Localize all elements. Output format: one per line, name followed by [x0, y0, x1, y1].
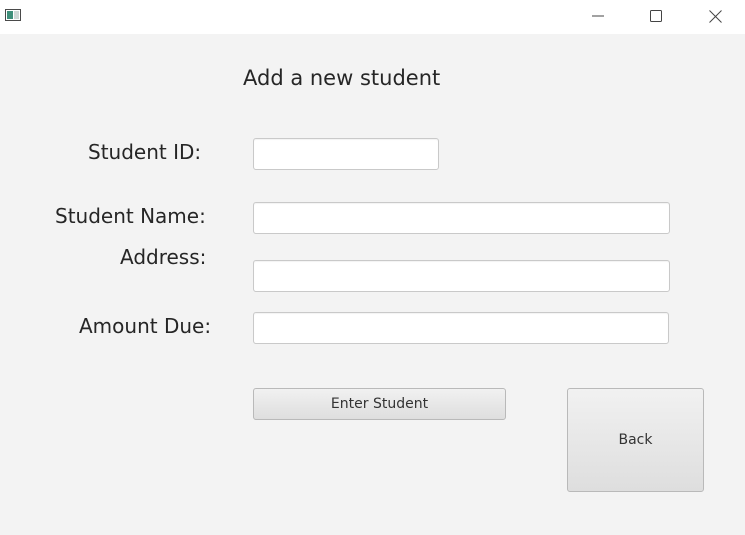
- amount-due-label: Amount Due:: [79, 314, 212, 338]
- address-input[interactable]: [253, 260, 670, 292]
- student-name-input[interactable]: [253, 202, 670, 234]
- student-name-label: Student Name:: [55, 204, 206, 228]
- app-window: Add a new student Student ID: Student Na…: [0, 0, 745, 535]
- amount-due-input[interactable]: [253, 312, 669, 344]
- maximize-icon: [650, 10, 662, 22]
- form-heading: Add a new student: [243, 66, 441, 90]
- back-button[interactable]: Back: [567, 388, 704, 492]
- student-id-input[interactable]: [253, 138, 439, 170]
- student-id-label: Student ID:: [88, 140, 202, 164]
- title-bar[interactable]: [0, 0, 745, 34]
- close-icon: [708, 9, 722, 23]
- java-app-icon: [5, 9, 21, 21]
- enter-student-button[interactable]: Enter Student: [253, 388, 506, 420]
- minimize-button[interactable]: [575, 0, 621, 32]
- minimize-icon: [592, 15, 604, 17]
- close-button[interactable]: [692, 0, 738, 32]
- maximize-button[interactable]: [633, 0, 679, 32]
- address-label: Address:: [120, 245, 207, 269]
